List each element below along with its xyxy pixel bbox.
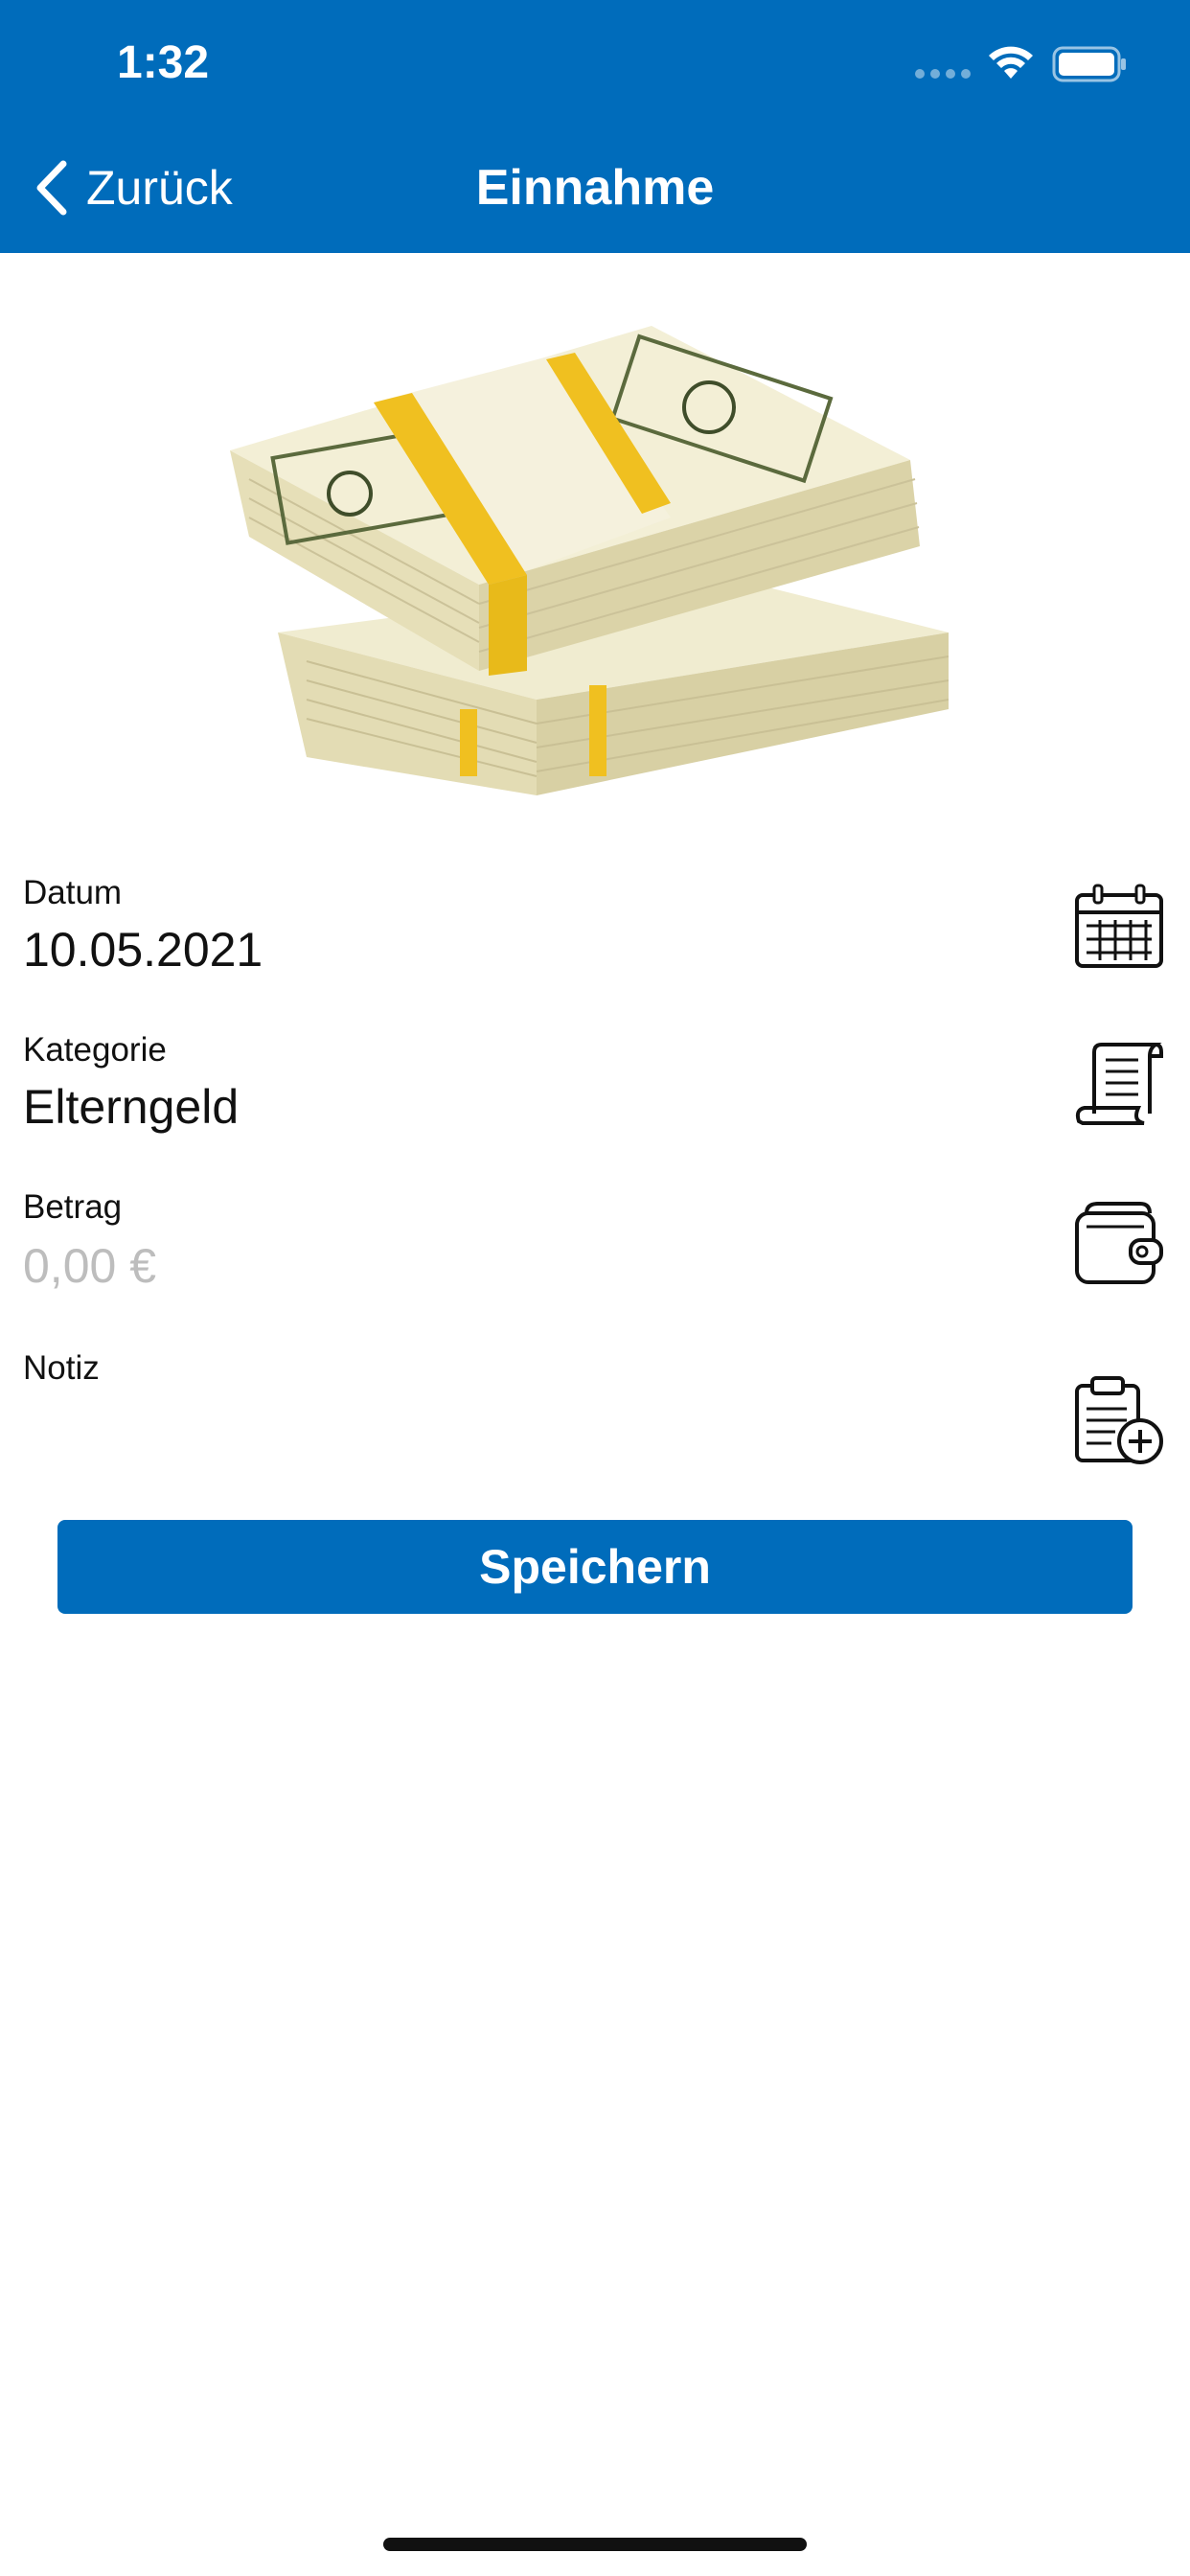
- date-label: Datum: [23, 874, 123, 911]
- money-stack-image: [230, 326, 949, 795]
- receipt-icon[interactable]: [1073, 1041, 1165, 1127]
- amount-input[interactable]: 0,00 €: [23, 1238, 156, 1294]
- wallet-icon[interactable]: [1073, 1200, 1165, 1286]
- category-label: Kategorie: [23, 1031, 167, 1069]
- note-input[interactable]: [23, 1397, 1029, 1455]
- battery-icon: [1052, 46, 1126, 82]
- calendar-icon[interactable]: [1073, 880, 1165, 972]
- status-time: 1:32: [117, 37, 210, 88]
- wifi-icon: [989, 46, 1033, 79]
- home-indicator[interactable]: [383, 2538, 807, 2551]
- page-title: Einnahme: [475, 160, 715, 216]
- note-label: Notiz: [23, 1349, 100, 1387]
- app-header: 1:32 Zurück Einnahme: [0, 0, 1190, 253]
- save-button[interactable]: Speichern: [57, 1520, 1133, 1614]
- clipboard-add-icon[interactable]: [1073, 1376, 1165, 1466]
- amount-label: Betrag: [23, 1188, 123, 1226]
- category-value[interactable]: Elterngeld: [23, 1079, 239, 1135]
- signal-icon: [915, 69, 971, 79]
- date-value[interactable]: 10.05.2021: [23, 922, 263, 978]
